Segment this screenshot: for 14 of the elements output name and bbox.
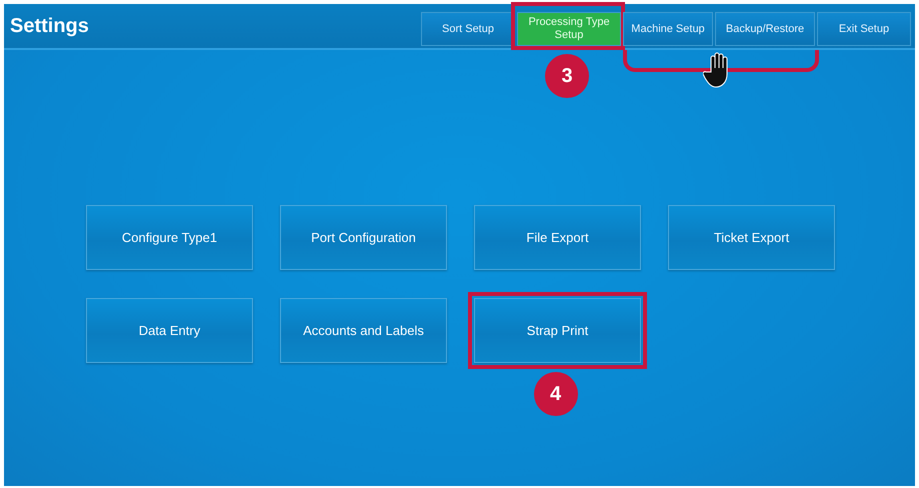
menu-tile[interactable]: Accounts and Labels <box>280 298 447 363</box>
tab[interactable]: Exit Setup <box>817 12 911 46</box>
tab[interactable]: Processing Type Setup <box>517 12 621 46</box>
menu-tile[interactable]: File Export <box>474 205 641 270</box>
tab[interactable]: Backup/Restore <box>715 12 815 46</box>
menu-tile[interactable]: Port Configuration <box>280 205 447 270</box>
tab[interactable]: Machine Setup <box>623 12 713 46</box>
screen-title: Settings <box>10 14 89 38</box>
menu-tile[interactable]: Strap Print <box>474 298 641 363</box>
menu-tile[interactable]: Ticket Export <box>668 205 835 270</box>
step-number: 4 <box>534 372 578 416</box>
menu-tile[interactable]: Data Entry <box>86 298 253 363</box>
menu-tile[interactable]: Configure Type1 <box>86 205 253 270</box>
step-number: 3 <box>545 54 589 98</box>
